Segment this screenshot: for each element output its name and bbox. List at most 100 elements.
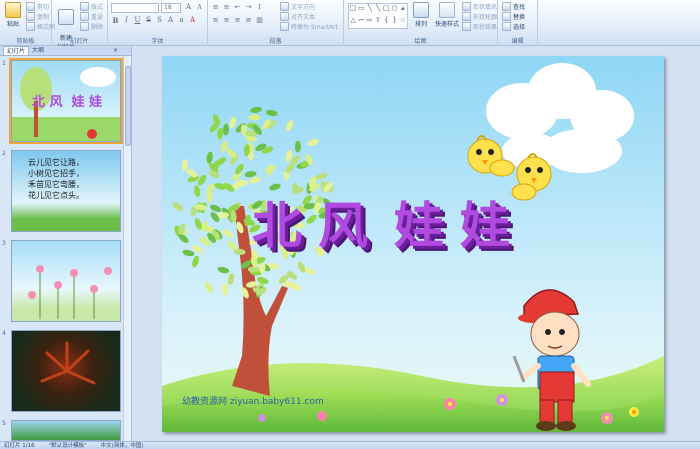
align-right-icon[interactable]: ≡ bbox=[233, 16, 242, 25]
title-char: 娃 bbox=[394, 196, 446, 255]
arrange-button[interactable]: 排列 bbox=[410, 2, 432, 28]
bold-icon[interactable]: B bbox=[111, 16, 120, 25]
new-slide-icon bbox=[58, 9, 74, 25]
brush-icon bbox=[26, 22, 35, 31]
text-direction-icon bbox=[280, 2, 289, 11]
oval-shape-icon[interactable]: ○ bbox=[390, 4, 398, 16]
group-label-clipboard: 剪贴板 bbox=[16, 38, 35, 45]
layout-button[interactable]: 版式 bbox=[80, 2, 103, 11]
arrow-shape-icon[interactable]: △ bbox=[349, 16, 357, 28]
scrollbar-thumb[interactable] bbox=[125, 66, 131, 146]
increase-indent-icon[interactable]: ⇥ bbox=[244, 3, 253, 12]
bracket-shape-icon[interactable]: { bbox=[382, 16, 390, 28]
decrease-indent-icon[interactable]: ⇤ bbox=[233, 3, 242, 12]
bracket2-shape-icon[interactable]: } bbox=[390, 16, 398, 28]
font-color-icon[interactable]: A bbox=[188, 16, 197, 25]
lshape-icon[interactable]: ⌐ bbox=[357, 16, 365, 28]
quick-styles-icon bbox=[439, 2, 455, 18]
rect2-shape-icon[interactable]: □ bbox=[382, 4, 390, 16]
thumb1-title: 北 风 娃 娃 bbox=[32, 95, 103, 110]
slides-pane: 幻灯片 大纲 × 1 北 风 娃 娃 2 云儿见它让路， 小树见它招手， 禾苗见… bbox=[0, 46, 132, 441]
ribbon: 粘贴 剪切 复制 格式刷 剪贴板 新建 幻灯片 版式 重设 删除 幻灯片 18 … bbox=[0, 0, 700, 51]
slide-number: 4 bbox=[2, 330, 6, 337]
quick-styles-button[interactable]: 快速样式 bbox=[434, 2, 460, 28]
slide-thumbnail-3[interactable] bbox=[11, 240, 121, 322]
rect-shape-icon[interactable]: □ bbox=[349, 4, 357, 16]
line2-shape-icon[interactable]: ╲ bbox=[374, 4, 382, 16]
smartart-icon bbox=[280, 22, 289, 31]
slide-number: 5 bbox=[2, 420, 6, 427]
current-slide[interactable]: 北 风 娃 娃 幼教资源网 ziyuan.baby611.com bbox=[162, 56, 664, 432]
title-char: 娃 bbox=[460, 196, 512, 255]
copy-button[interactable]: 复制 bbox=[26, 12, 49, 21]
slide-thumbnail-1[interactable]: 北 风 娃 娃 bbox=[9, 58, 123, 144]
thumb3-flowers bbox=[28, 265, 112, 319]
justify-icon[interactable]: ≡ bbox=[244, 16, 253, 25]
tab-slides[interactable]: 幻灯片 bbox=[3, 46, 30, 55]
italic-icon[interactable]: I bbox=[122, 16, 131, 25]
star-shape-icon[interactable]: ☆ bbox=[399, 16, 407, 28]
slide-number: 3 bbox=[2, 240, 6, 247]
paste-button[interactable]: 粘贴 bbox=[2, 2, 24, 28]
change-case-icon[interactable]: a bbox=[177, 16, 186, 25]
reset-button[interactable]: 重设 bbox=[80, 12, 103, 21]
align-text-button[interactable]: 对齐文本 bbox=[280, 12, 315, 21]
replace-icon bbox=[502, 12, 511, 21]
font-size-combo[interactable]: 18 bbox=[161, 3, 181, 13]
rarrow-shape-icon[interactable]: ⇨ bbox=[366, 16, 374, 28]
textbox-shape-icon[interactable]: ▭ bbox=[357, 4, 365, 16]
shapes-gallery[interactable]: □ ▭ ╲ ╲ □ ○ ▴ △ ⌐ ⇨ ⇧{} ☆ bbox=[348, 3, 408, 29]
numbering-icon[interactable]: ≡ bbox=[222, 3, 231, 12]
arrange-icon bbox=[413, 2, 429, 18]
format-painter-button[interactable]: 格式刷 bbox=[26, 22, 55, 31]
smartart-button[interactable]: 转换为 SmartArt bbox=[280, 22, 338, 31]
cut-button[interactable]: 剪切 bbox=[26, 2, 49, 11]
tab-outline[interactable]: 大纲 bbox=[29, 46, 47, 55]
shape-effects-button[interactable]: 形状效果 bbox=[462, 22, 497, 31]
effects-icon bbox=[462, 22, 471, 31]
theme-status: "默认设计模板" bbox=[48, 443, 87, 449]
slide-count-status: 幻灯片 1/16 bbox=[4, 443, 35, 449]
title-char: 风 bbox=[318, 196, 370, 255]
slide-watermark: 幼教资源网 ziyuan.baby611.com bbox=[182, 397, 324, 407]
poem-line: 云儿见它让路， bbox=[28, 158, 84, 167]
group-slides: 新建 幻灯片 版式 重设 删除 幻灯片 bbox=[52, 0, 108, 51]
uarrow-shape-icon[interactable]: ⇧ bbox=[374, 16, 382, 28]
group-paragraph: ≡ ≡ ⇤ ⇥ ↕ ≡ ≡ ≡ ≡ ▥ 文字方向 对齐文本 转换为 SmartA… bbox=[208, 0, 344, 46]
language-status[interactable]: 中文(简体，中国) bbox=[101, 442, 144, 449]
char-spacing-icon[interactable]: A bbox=[166, 16, 175, 25]
group-font: 18 A A B I U S S A a A 字体 bbox=[108, 0, 208, 46]
shrink-font-icon[interactable]: A bbox=[195, 3, 204, 12]
strikethrough-icon[interactable]: S bbox=[144, 16, 153, 25]
slide-thumbnail-4[interactable] bbox=[11, 330, 121, 412]
slide-thumbnail-2[interactable]: 云儿见它让路， 小树见它招手， 禾苗见它弯腰， 花儿见它点头。 bbox=[11, 150, 121, 232]
more-shapes-icon[interactable]: ▴ bbox=[399, 4, 407, 16]
slide-thumbnail-5[interactable] bbox=[11, 420, 121, 441]
pane-scrollbar[interactable] bbox=[123, 56, 131, 441]
poem-line: 禾苗见它弯腰， bbox=[28, 180, 84, 189]
shape-outline-button[interactable]: 形状轮廓 bbox=[462, 12, 497, 21]
grow-font-icon[interactable]: A bbox=[184, 3, 193, 12]
close-pane-icon[interactable]: × bbox=[110, 46, 121, 55]
font-family-combo[interactable] bbox=[111, 3, 159, 13]
group-clipboard: 粘贴 剪切 复制 格式刷 剪贴板 bbox=[0, 0, 55, 46]
align-left-icon[interactable]: ≡ bbox=[211, 16, 220, 25]
copy-icon bbox=[26, 12, 35, 21]
group-label-editing: 编辑 bbox=[511, 38, 524, 45]
thumb4-flower bbox=[40, 341, 96, 385]
align-center-icon[interactable]: ≡ bbox=[222, 16, 231, 25]
delete-slide-button[interactable]: 删除 bbox=[80, 22, 103, 31]
binoculars-icon bbox=[502, 2, 511, 11]
line-shape-icon[interactable]: ╲ bbox=[366, 4, 374, 16]
replace-button[interactable]: 替换 bbox=[502, 12, 525, 21]
shape-fill-button[interactable]: 形状填充 bbox=[462, 2, 497, 11]
text-direction-button[interactable]: 文字方向 bbox=[280, 2, 315, 11]
line-spacing-icon[interactable]: ↕ bbox=[255, 3, 264, 12]
select-button[interactable]: 选择 bbox=[502, 22, 525, 31]
columns-icon[interactable]: ▥ bbox=[255, 16, 264, 25]
bullets-icon[interactable]: ≡ bbox=[211, 3, 220, 12]
slide-title[interactable]: 北 风 娃 娃 bbox=[252, 186, 512, 258]
find-button[interactable]: 查找 bbox=[502, 2, 525, 11]
underline-icon[interactable]: U bbox=[133, 16, 142, 25]
shadow-icon[interactable]: S bbox=[155, 16, 164, 25]
